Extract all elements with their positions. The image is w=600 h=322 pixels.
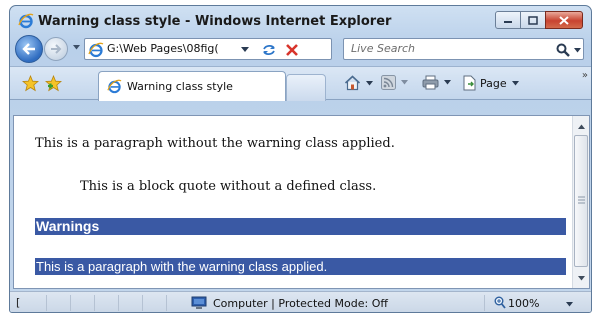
feeds-dropdown-icon[interactable]: [401, 80, 408, 85]
document-body: This is a paragraph without the warning …: [14, 116, 573, 288]
security-zone-status[interactable]: Computer | Protected Mode: Off: [213, 297, 388, 310]
close-button[interactable]: [545, 11, 583, 29]
back-arrow-icon: [22, 43, 35, 55]
title-bar[interactable]: Warning class style - Windows Internet E…: [10, 6, 591, 34]
page-content: This is a paragraph without the warning …: [13, 115, 590, 289]
block-quote: This is a block quote without a defined …: [80, 179, 377, 194]
status-divider: [166, 295, 167, 311]
page-menu-label: Page: [480, 76, 507, 90]
scroll-up-arrow-icon: [577, 124, 585, 129]
tab-page-icon: [107, 79, 122, 94]
scroll-down-button[interactable]: [576, 273, 586, 283]
ie-logo-icon: [18, 13, 34, 29]
search-icon[interactable]: [555, 42, 571, 58]
status-bar: [ Computer | Protected Mode: Off 100%: [10, 291, 591, 312]
computer-zone-icon: [191, 296, 207, 309]
warnings-heading: Warnings: [35, 218, 566, 235]
minimize-icon: [504, 21, 512, 23]
minimize-button[interactable]: [495, 11, 521, 29]
address-bar[interactable]: G:\Web Pages\08fig(: [84, 38, 332, 60]
status-text: [: [16, 296, 21, 309]
search-input[interactable]: Live Search: [351, 42, 415, 55]
favorites-star-icon[interactable]: [22, 75, 39, 92]
window-title: Warning class style - Windows Internet E…: [38, 14, 392, 29]
forward-arrow-icon: [51, 44, 62, 54]
page-menu-icon: [463, 75, 476, 91]
home-icon: [344, 75, 361, 91]
zoom-level[interactable]: 100%: [508, 297, 539, 310]
page-dropdown-icon[interactable]: [511, 80, 519, 86]
status-divider: [70, 295, 71, 311]
zoom-dropdown-icon[interactable]: [566, 302, 573, 307]
rss-feed-icon: [381, 75, 396, 90]
recent-pages-dropdown-icon[interactable]: [73, 45, 80, 50]
maximize-icon: [528, 15, 538, 25]
browser-window: Warning class style - Windows Internet E…: [9, 5, 592, 313]
search-box[interactable]: Live Search: [343, 38, 584, 60]
status-divider: [484, 295, 485, 311]
new-tab-button[interactable]: [286, 74, 326, 101]
scrollbar-grip-icon: [578, 196, 585, 204]
status-divider: [46, 295, 47, 311]
print-icon: [422, 75, 439, 90]
home-button[interactable]: [344, 75, 373, 91]
scrollbar-thumb[interactable]: [574, 135, 588, 267]
add-to-favorites-icon[interactable]: [45, 75, 62, 92]
tab-label: Warning class style: [127, 80, 233, 93]
scroll-up-button[interactable]: [576, 121, 586, 131]
forward-button[interactable]: [44, 37, 68, 61]
warning-paragraph: This is a paragraph with the warning cla…: [35, 258, 566, 275]
print-dropdown-icon[interactable]: [444, 80, 451, 85]
command-bar: Warning class style Page »: [10, 66, 591, 101]
page-menu-button[interactable]: Page: [462, 75, 519, 91]
address-dropdown-icon[interactable]: [241, 47, 249, 52]
navigation-bar: G:\Web Pages\08fig( Live Search: [10, 35, 591, 65]
status-divider: [142, 295, 143, 311]
zoom-magnifier-icon: [494, 296, 506, 309]
vertical-scrollbar[interactable]: [572, 116, 589, 288]
feeds-button[interactable]: [381, 75, 408, 90]
close-icon: [559, 15, 569, 25]
home-dropdown-icon[interactable]: [366, 80, 373, 86]
search-dropdown-icon[interactable]: [574, 48, 581, 53]
print-button[interactable]: [422, 75, 451, 90]
plain-paragraph: This is a paragraph without the warning …: [35, 136, 395, 151]
refresh-icon[interactable]: [261, 42, 277, 58]
back-button[interactable]: [15, 35, 43, 63]
status-divider: [94, 295, 95, 311]
address-input[interactable]: G:\Web Pages\08fig(: [107, 42, 235, 55]
scroll-down-arrow-icon: [577, 275, 585, 280]
maximize-button[interactable]: [520, 11, 546, 29]
page-icon: [88, 42, 104, 58]
stop-icon[interactable]: [284, 42, 300, 58]
more-commands-chevron-icon[interactable]: »: [582, 70, 588, 81]
caption-buttons: [495, 11, 583, 29]
tab-warning-class-style[interactable]: Warning class style: [98, 71, 286, 101]
status-divider: [118, 295, 119, 311]
